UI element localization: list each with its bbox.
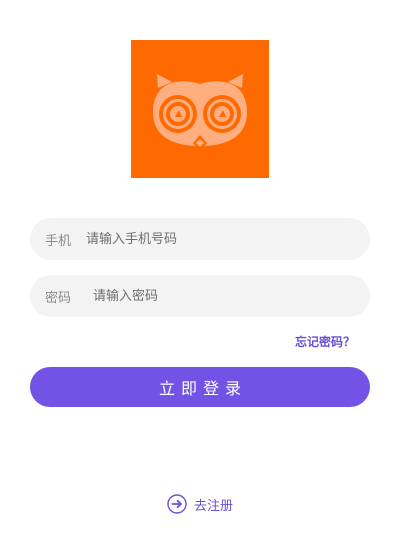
owl-icon [153, 74, 247, 151]
app-logo [131, 40, 269, 178]
login-button[interactable]: 立即登录 [30, 367, 370, 407]
arrow-right-circle-icon [167, 494, 187, 514]
password-input[interactable] [93, 275, 370, 317]
password-field[interactable]: 密码 [30, 275, 370, 317]
register-label: 去注册 [193, 498, 233, 514]
register-link[interactable]: 去注册 [0, 493, 400, 515]
phone-input[interactable] [86, 218, 370, 260]
forgot-password-link[interactable]: 忘记密码？ [295, 333, 355, 350]
phone-label: 手机 [45, 233, 72, 249]
password-label: 密码 [45, 290, 72, 306]
phone-field[interactable]: 手机 [30, 218, 370, 260]
